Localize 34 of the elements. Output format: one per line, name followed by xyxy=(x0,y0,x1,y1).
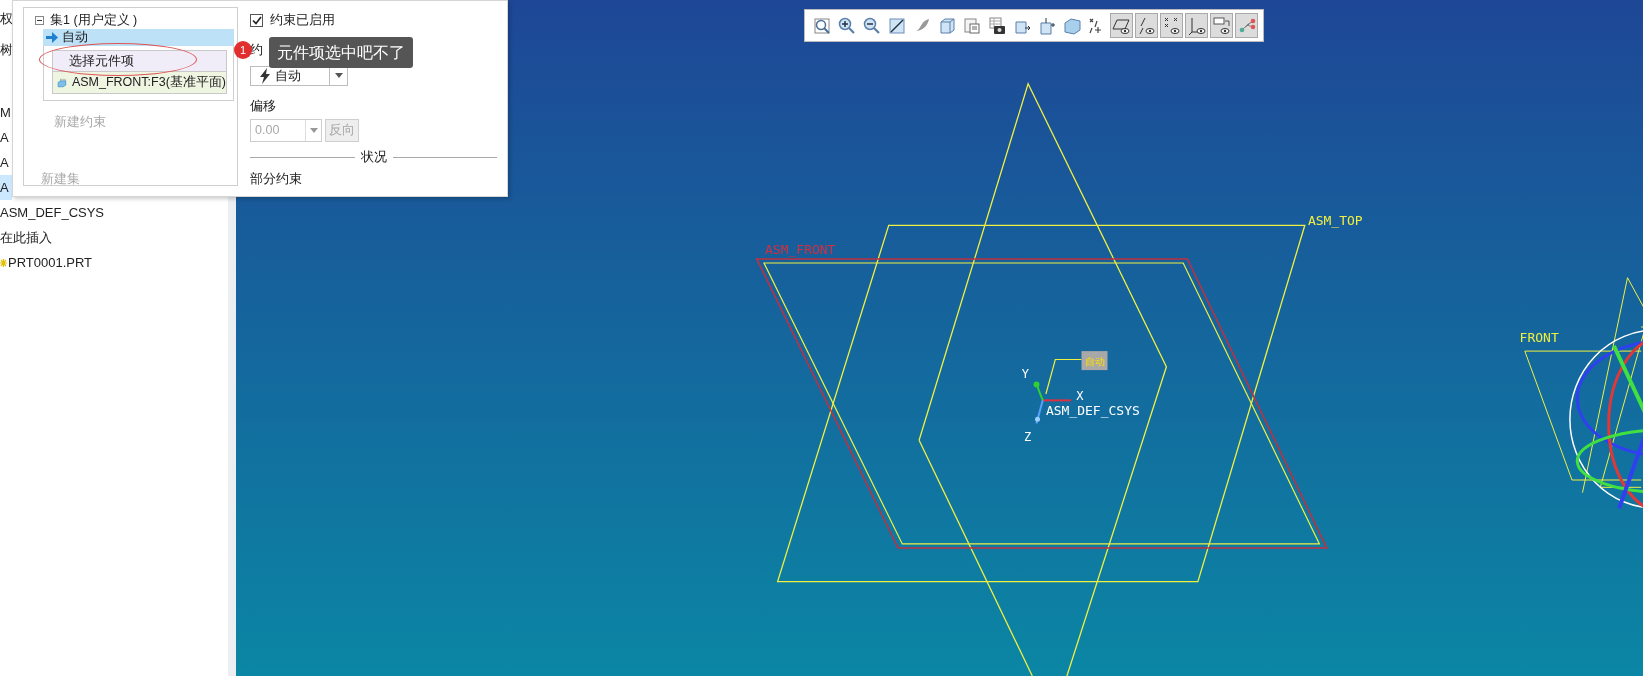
axis-label: X xyxy=(1076,389,1084,404)
tree-item[interactable]: PRT0001.PRT xyxy=(8,250,93,275)
tag-label: 自动 xyxy=(1084,355,1105,367)
checkbox[interactable] xyxy=(250,13,263,27)
csys-label: ASM_DEF_CSYS xyxy=(1045,403,1140,418)
caret-icon xyxy=(309,128,318,133)
datum-label: FRONT xyxy=(1519,329,1559,345)
checkbox-label: 约束已启用 xyxy=(269,12,335,29)
status-text: 部分约束 xyxy=(250,170,303,188)
annotation-number: 1 xyxy=(234,41,252,59)
caret-icon xyxy=(334,73,343,79)
checkmark-icon xyxy=(251,15,262,25)
axis-label: Y xyxy=(1021,367,1030,382)
field-label: 偏移 xyxy=(250,98,276,116)
set-label[interactable]: 集1 (用户定义 ) xyxy=(50,11,138,30)
reference-item[interactable]: ASM_FRONT:F3(基准平面) xyxy=(52,72,227,94)
tree-item[interactable]: ASM_DEF_CSYS xyxy=(0,200,105,225)
tree-item[interactable]: M xyxy=(0,100,11,125)
axis-label: Z xyxy=(1023,430,1032,445)
tree-item[interactable]: A xyxy=(0,125,9,150)
datum-label: ASM_TOP xyxy=(1307,213,1363,229)
tree-item[interactable]: 权 xyxy=(0,6,13,31)
tree-item[interactable]: 在此插入 xyxy=(0,225,52,250)
annotation-note: 元件项选中吧不了 xyxy=(269,37,413,68)
tree-item[interactable]: 树 xyxy=(0,37,13,62)
asterisk-icon xyxy=(0,258,7,267)
select-item-prompt[interactable]: 选择元件项 xyxy=(52,50,227,72)
datum-label: ASM_FRONT xyxy=(765,241,836,257)
arrow-icon xyxy=(46,32,58,43)
collapse-icon[interactable] xyxy=(35,16,44,25)
tree-item[interactable]: A xyxy=(0,150,9,175)
section-title: 状况 xyxy=(360,149,387,166)
constraint-item[interactable]: 自动 xyxy=(43,29,234,46)
lightning-icon xyxy=(259,67,271,84)
